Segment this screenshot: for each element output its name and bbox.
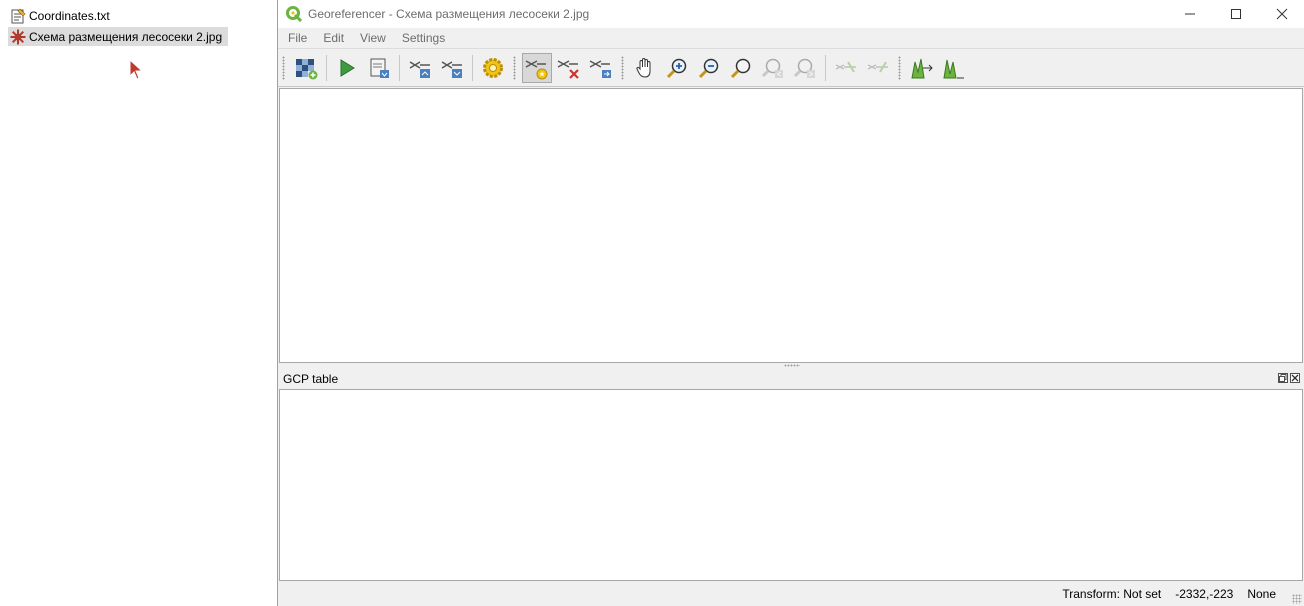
pan-icon bbox=[636, 57, 651, 78]
move-gcp-point-icon bbox=[589, 59, 611, 78]
panel-splitter[interactable] bbox=[278, 363, 1304, 368]
gcp-table-title-bar[interactable]: GCP table bbox=[278, 369, 1304, 389]
maximize-button[interactable] bbox=[1213, 0, 1259, 28]
close-icon bbox=[1276, 8, 1288, 20]
add-point-button[interactable] bbox=[522, 52, 552, 83]
image-file-icon bbox=[10, 29, 26, 45]
load-gcp-points-icon bbox=[409, 60, 430, 78]
desktop-file-label: Coordinates.txt bbox=[29, 8, 110, 23]
crs-status: None bbox=[1247, 587, 1276, 601]
toolbar-grip[interactable] bbox=[898, 55, 901, 80]
toolbar-separator bbox=[472, 54, 473, 81]
zoom-next-icon bbox=[793, 58, 815, 78]
toolbar-grip[interactable] bbox=[282, 55, 285, 80]
link-qgis-to-georeferencer-button[interactable] bbox=[863, 53, 893, 83]
menu-view[interactable]: View bbox=[352, 31, 394, 45]
zoom-next-button[interactable] bbox=[790, 53, 820, 83]
save-gcp-points-icon bbox=[441, 60, 462, 78]
qgis-logo-icon bbox=[286, 6, 303, 23]
link-georeferencer-to-qgis-button[interactable] bbox=[831, 53, 861, 83]
status-bar: Transform: Not set -2332,-223 None bbox=[278, 582, 1304, 606]
start-georeferencing-button[interactable] bbox=[332, 53, 362, 83]
toolbar-grip[interactable] bbox=[621, 55, 624, 80]
toolbar-separator bbox=[326, 54, 327, 81]
menu-edit[interactable]: Edit bbox=[315, 31, 352, 45]
close-icon bbox=[1291, 374, 1299, 382]
minimize-icon bbox=[1185, 13, 1195, 15]
pan-button[interactable] bbox=[630, 53, 660, 83]
link-georeferencer-to-qgis-icon bbox=[835, 60, 856, 73]
georeferencer-canvas[interactable] bbox=[279, 88, 1303, 363]
transform-status: Transform: Not set bbox=[1062, 587, 1162, 601]
menu-bar: File Edit View Settings bbox=[278, 28, 1304, 49]
load-gcp-points-button[interactable] bbox=[405, 53, 435, 83]
text-file-icon bbox=[10, 8, 26, 24]
toolbar-separator bbox=[825, 54, 826, 81]
move-gcp-point-button[interactable] bbox=[586, 53, 616, 83]
float-icon bbox=[1279, 374, 1287, 382]
zoom-in-icon bbox=[666, 58, 687, 78]
menu-settings[interactable]: Settings bbox=[394, 31, 453, 45]
minimize-button[interactable] bbox=[1167, 0, 1213, 28]
local-histogram-stretch-icon bbox=[943, 59, 964, 78]
save-gcp-points-button[interactable] bbox=[437, 53, 467, 83]
toolbar-separator bbox=[399, 54, 400, 81]
gcp-table[interactable] bbox=[279, 389, 1303, 581]
zoom-last-icon bbox=[761, 58, 783, 78]
window-title: Georeferencer - Схема размещения лесосек… bbox=[308, 7, 590, 21]
toolbar bbox=[278, 49, 1304, 87]
close-panel-button[interactable] bbox=[1290, 373, 1300, 383]
resize-grip[interactable] bbox=[1292, 594, 1302, 604]
link-qgis-to-georeferencer-icon bbox=[867, 60, 888, 73]
delete-point-icon bbox=[557, 59, 579, 79]
maximize-icon bbox=[1231, 9, 1241, 19]
full-histogram-stretch-icon bbox=[911, 58, 933, 78]
georeferencer-window: Georeferencer - Схема размещения лесосек… bbox=[277, 0, 1304, 606]
local-histogram-stretch-button[interactable] bbox=[939, 53, 969, 83]
mouse-cursor-icon bbox=[129, 58, 145, 84]
zoom-to-layer-button[interactable] bbox=[726, 53, 756, 83]
desktop-file-label: Схема размещения лесосеки 2.jpg bbox=[29, 29, 223, 44]
transformation-settings-button[interactable] bbox=[478, 53, 508, 83]
generate-gdal-script-button[interactable] bbox=[364, 53, 394, 83]
toolbar-grip[interactable] bbox=[513, 55, 516, 80]
start-georeferencing-icon bbox=[340, 58, 355, 77]
delete-point-button[interactable] bbox=[554, 53, 584, 83]
gcp-table-title: GCP table bbox=[283, 372, 339, 386]
zoom-out-icon bbox=[698, 58, 719, 78]
zoom-out-button[interactable] bbox=[694, 53, 724, 83]
menu-file[interactable]: File bbox=[278, 31, 315, 45]
desktop-file-image[interactable]: Схема размещения лесосеки 2.jpg bbox=[8, 27, 229, 46]
close-button[interactable] bbox=[1259, 0, 1304, 28]
float-panel-button[interactable] bbox=[1278, 373, 1288, 383]
add-point-icon bbox=[525, 59, 548, 79]
generate-gdal-script-icon bbox=[370, 58, 389, 78]
zoom-to-layer-icon bbox=[730, 58, 751, 78]
zoom-last-button[interactable] bbox=[758, 53, 788, 83]
open-raster-button[interactable] bbox=[291, 53, 321, 83]
full-histogram-stretch-button[interactable] bbox=[907, 53, 937, 83]
desktop-file-coordinates[interactable]: Coordinates.txt bbox=[8, 6, 116, 25]
transformation-settings-icon bbox=[483, 57, 503, 78]
zoom-in-button[interactable] bbox=[662, 53, 692, 83]
title-bar[interactable]: Georeferencer - Схема размещения лесосек… bbox=[278, 0, 1304, 28]
open-raster-icon bbox=[296, 58, 318, 79]
coordinates-readout: -2332,-223 bbox=[1175, 587, 1234, 601]
